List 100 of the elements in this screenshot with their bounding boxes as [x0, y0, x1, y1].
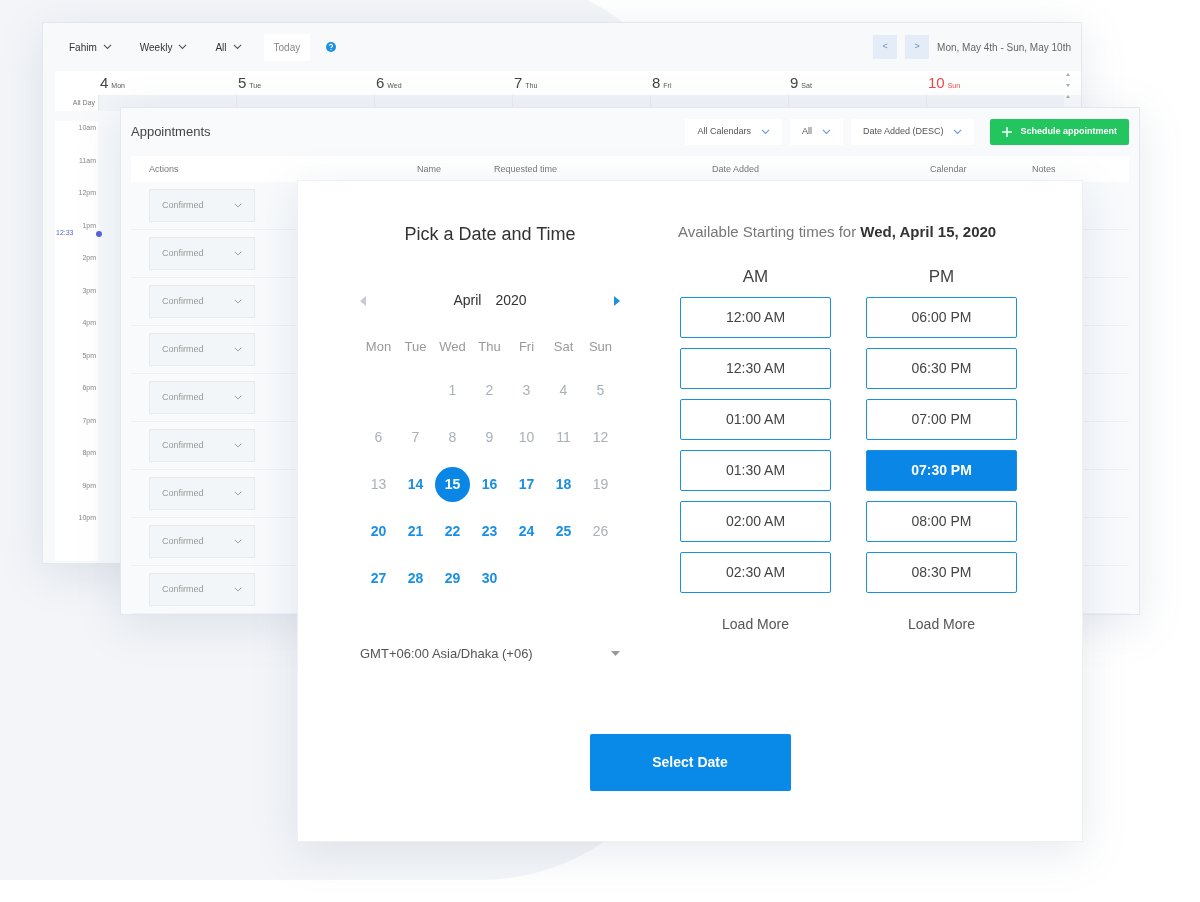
chevron-down-icon [234, 587, 242, 592]
column-heading: PM [928, 265, 955, 288]
time-slot-button[interactable]: 08:30 PM [866, 552, 1017, 593]
unavailable-date: 10 [517, 428, 536, 447]
chevron-down-icon [234, 347, 242, 352]
column-header: Calendar [930, 163, 967, 176]
filter-dropdown[interactable]: All [209, 35, 248, 59]
date-button[interactable]: 20 [361, 514, 396, 549]
time-slot-button[interactable]: 01:00 AM [680, 399, 831, 440]
time-slot-button[interactable]: 08:00 PM [866, 501, 1017, 542]
filter-dropdown[interactable]: All Calendars [685, 119, 782, 145]
filter-dropdown[interactable]: All [789, 119, 843, 145]
time-slot-button[interactable]: 07:30 PM [866, 450, 1017, 491]
chevron-down-icon [234, 443, 242, 448]
weekday-label: Sun [587, 338, 614, 356]
filter-dropdown[interactable]: Fahim [63, 35, 118, 59]
time-slot-button[interactable]: 01:30 AM [680, 450, 831, 491]
current-time-marker [96, 231, 102, 237]
chevron-down-icon [234, 395, 242, 400]
date-button[interactable]: 28 [398, 561, 433, 596]
status-dropdown[interactable]: Confirmed [149, 573, 255, 606]
status-dropdown[interactable]: Confirmed [149, 237, 255, 270]
column-header: Name [417, 163, 441, 176]
unavailable-date: 9 [484, 428, 495, 447]
button-label: Schedule appointment [1020, 125, 1117, 139]
weekday-label: Mon [364, 338, 393, 356]
date-button[interactable]: 25 [546, 514, 581, 549]
date-button[interactable]: 14 [398, 467, 433, 502]
chevron-down-icon [953, 129, 963, 135]
time-slot-button[interactable]: 02:30 AM [680, 552, 831, 593]
chevron-down-icon [234, 251, 242, 256]
filter-dropdown[interactable]: Weekly [133, 35, 194, 59]
day-number: 10 [927, 74, 945, 91]
chevron-down-icon [234, 491, 242, 496]
unavailable-date: 12 [591, 428, 610, 447]
next-week-button[interactable]: > [905, 35, 930, 59]
plus-icon [1002, 127, 1013, 137]
panel-title: Appointments [131, 123, 211, 142]
timezone-label: GMT+06:00 Asia/Dhaka (+06) [360, 645, 533, 663]
status-label: Confirmed [162, 294, 204, 308]
unavailable-date: 2 [484, 381, 495, 400]
column-header: Date Added [712, 163, 760, 176]
status-dropdown[interactable]: Confirmed [149, 477, 255, 510]
time-slot-button[interactable]: 06:00 PM [866, 297, 1017, 338]
time-slot-button[interactable]: 12:00 AM [680, 297, 831, 338]
date-button[interactable]: 30 [472, 561, 507, 596]
day-number: 9 [789, 74, 799, 91]
status-dropdown[interactable]: Confirmed [149, 429, 255, 462]
date-button[interactable]: 27 [361, 561, 396, 596]
status-dropdown[interactable]: Confirmed [149, 285, 255, 318]
filter-label: All Calendars [697, 125, 751, 139]
load-more-button[interactable]: Load More [902, 613, 981, 636]
status-label: Confirmed [162, 198, 204, 212]
unavailable-date: 5 [595, 381, 606, 400]
status-label: Confirmed [162, 486, 204, 500]
date-button[interactable]: 18 [546, 467, 581, 502]
help-icon[interactable] [326, 42, 337, 52]
unavailable-date: 3 [521, 381, 532, 400]
unavailable-date: 19 [591, 475, 610, 494]
date-button[interactable]: 23 [472, 514, 507, 549]
load-more-button[interactable]: Load More [716, 613, 795, 636]
schedule-appointment-button[interactable]: Schedule appointment [990, 119, 1129, 145]
chevron-down-icon [234, 203, 242, 208]
unavailable-date: 6 [373, 428, 384, 447]
status-dropdown[interactable]: Confirmed [149, 189, 255, 222]
time-slot-button[interactable]: 07:00 PM [866, 399, 1017, 440]
unavailable-date: 13 [369, 475, 388, 494]
day-number: 4 [99, 74, 109, 91]
date-button[interactable]: 16 [472, 467, 507, 502]
status-label: Confirmed [162, 534, 204, 548]
time-slot-button[interactable]: 02:00 AM [680, 501, 831, 542]
unavailable-date: 7 [410, 428, 421, 447]
column-header: Notes [1032, 163, 1056, 176]
timezone-dropdown[interactable]: GMT+06:00 Asia/Dhaka (+06) [360, 644, 620, 664]
status-dropdown[interactable]: Confirmed [149, 381, 255, 414]
date-button[interactable]: 21 [398, 514, 433, 549]
month-label: April 2020 [453, 291, 527, 310]
dialog-title: Pick a Date and Time [403, 223, 577, 246]
next-month-icon[interactable] [614, 295, 620, 306]
status-label: Confirmed [162, 342, 204, 356]
date-button[interactable]: 29 [435, 561, 470, 596]
selected-date[interactable]: 15 [435, 467, 470, 502]
today-button[interactable]: Today [263, 33, 311, 61]
filter-label: Fahim [69, 40, 97, 55]
time-slot-button[interactable]: 06:30 PM [866, 348, 1017, 389]
status-dropdown[interactable]: Confirmed [149, 525, 255, 558]
weekday-label: Thu [477, 338, 502, 356]
previous-week-button[interactable]: < [873, 35, 898, 59]
dropdown-caret-icon [611, 651, 620, 657]
status-label: Confirmed [162, 438, 204, 452]
filter-label: Weekly [139, 40, 173, 55]
column-header: Requested time [494, 163, 558, 176]
date-button[interactable]: 17 [509, 467, 544, 502]
date-button[interactable]: 24 [509, 514, 544, 549]
filter-dropdown[interactable]: Date Added (DESC) [850, 119, 975, 145]
select-date-button[interactable]: Select Date [589, 733, 791, 791]
time-slot-button[interactable]: 12:30 AM [680, 348, 831, 389]
date-button[interactable]: 22 [435, 514, 470, 549]
unavailable-date: 4 [558, 381, 569, 400]
status-dropdown[interactable]: Confirmed [149, 333, 255, 366]
